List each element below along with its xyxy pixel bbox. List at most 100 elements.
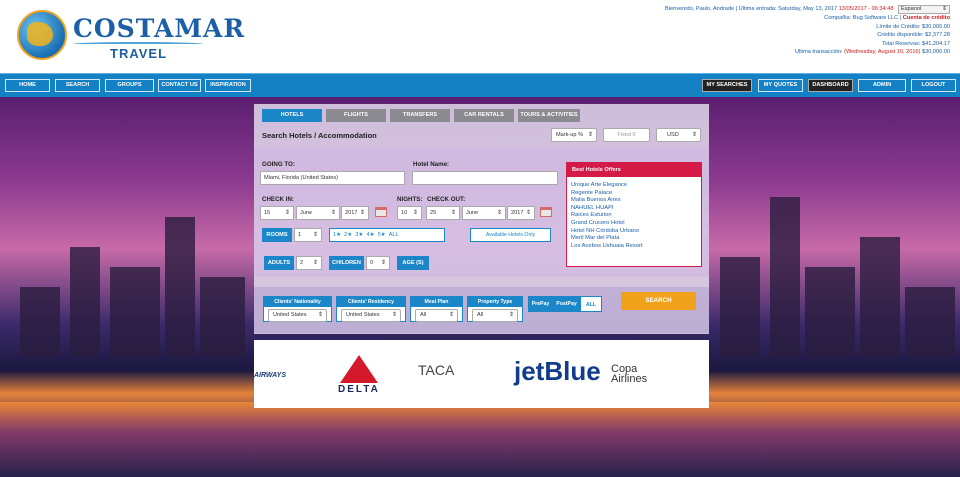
nav-groups[interactable]: GROUPS xyxy=(105,79,154,92)
checkout-day-select[interactable]: 25 xyxy=(426,206,460,220)
adults-label: ADULTS xyxy=(264,256,294,270)
tab-hotels[interactable]: HOTELS xyxy=(262,109,322,122)
age-button[interactable]: AGE (S) xyxy=(397,256,429,270)
last-transaction-date: (Wednesday, August 10, 2016) xyxy=(844,49,921,56)
nav-home[interactable]: HOME xyxy=(5,79,50,92)
offer-item[interactable]: Unique Arte Elegance xyxy=(571,182,701,190)
offer-item[interactable]: Los Acebos Ushuaia Resort xyxy=(571,243,701,251)
delta-triangle-icon xyxy=(340,355,378,383)
nav-inspiration[interactable]: INSPIRATION xyxy=(205,79,251,92)
meal-plan-filter: Meal Plan All xyxy=(410,296,463,322)
nav-dashboard[interactable]: DASHBOARD xyxy=(808,79,853,92)
checkout-calendar-icon[interactable] xyxy=(540,207,552,217)
costamar-logo[interactable]: COSTAMAR TRAVEL xyxy=(17,10,244,65)
star-4[interactable]: 4★ xyxy=(366,232,374,238)
residency-label: Clients' Residency xyxy=(337,297,405,307)
tab-flights[interactable]: FLIGHTS xyxy=(326,109,386,122)
available-hotels-only-button[interactable]: Available Hotels Only xyxy=(470,228,551,242)
pay-all-button[interactable]: ALL xyxy=(580,296,602,312)
british-airways-logo: AIRWAYS xyxy=(254,372,287,379)
copa-logo: Copa Airlines xyxy=(611,363,648,385)
star-all[interactable]: ALL xyxy=(389,232,399,238)
nav-logout[interactable]: LOGOUT xyxy=(911,79,956,92)
search-button[interactable]: SEARCH xyxy=(621,292,696,310)
currency-select[interactable]: USD xyxy=(656,128,701,142)
offer-item[interactable]: Grand Crucero Hotel xyxy=(571,220,701,228)
best-hotels-offers: Best Hotels Offers Unique Arte Elegance … xyxy=(566,162,702,267)
language-select[interactable]: Espanol xyxy=(898,5,950,14)
offer-item[interactable]: Meril Mar del Plata xyxy=(571,235,701,243)
fixed-input[interactable]: Fixed 0 xyxy=(603,128,650,142)
main-nav: HOME SEARCH GROUPS CONTACT US INSPIRATIO… xyxy=(0,73,960,97)
checkout-year-select[interactable]: 2017 xyxy=(507,206,535,220)
children-select[interactable]: 0 xyxy=(366,256,390,270)
offer-item[interactable]: Malia Buenos Aires xyxy=(571,197,701,205)
nav-search[interactable]: SEARCH xyxy=(55,79,100,92)
nav-my-searches[interactable]: MY SEARCHES xyxy=(702,79,752,92)
residency-select[interactable]: United States xyxy=(341,309,401,322)
jetblue-logo: jetBlue xyxy=(514,356,601,386)
company-value: Bug Software LLC xyxy=(852,15,899,21)
nav-admin[interactable]: ADMIN xyxy=(858,79,906,92)
checkin-year-select[interactable]: 2017 xyxy=(341,206,369,220)
property-type-select[interactable]: All xyxy=(472,309,518,322)
prepay-button[interactable]: PrePay xyxy=(528,296,553,312)
meal-plan-select[interactable]: All xyxy=(415,309,458,322)
children-label: CHILDREN xyxy=(329,256,364,270)
rooms-label: ROOMS xyxy=(262,228,292,242)
globe-icon xyxy=(17,10,67,60)
credit-account-link[interactable]: Cuenta de crédito xyxy=(903,15,950,21)
company-label: Compañia: xyxy=(824,15,852,21)
account-info: Bienvenido, Paulo, Andrade | Última entr… xyxy=(665,5,950,57)
airline-logos: AIRWAYS DELTA TACA jetBlue Copa Airlines xyxy=(254,340,709,408)
credit-limit: Límite de Crédito: $30,000.00 xyxy=(876,23,950,30)
brand-sub: TRAVEL xyxy=(110,46,168,61)
tab-transfers[interactable]: TRANSFERS xyxy=(390,109,450,122)
star-rating-filter[interactable]: 1★ 2★ 3★ 4★ 5★ ALL xyxy=(329,228,445,242)
brand-name: COSTAMAR xyxy=(73,14,246,43)
nights-select[interactable]: 10 xyxy=(397,206,422,220)
residency-filter: Clients' Residency United States xyxy=(336,296,406,322)
offer-item[interactable]: NAHUEL HUAPI xyxy=(571,205,701,213)
delta-logo: DELTA xyxy=(338,384,380,395)
nav-contact-us[interactable]: CONTACT US xyxy=(158,79,201,92)
checkin-calendar-icon[interactable] xyxy=(375,207,387,217)
header: COSTAMAR TRAVEL Bienvenido, Paulo, Andra… xyxy=(0,0,960,71)
going-to-label: GOING TO: xyxy=(262,161,295,168)
property-type-filter: Property Type All xyxy=(467,296,523,322)
star-2[interactable]: 2★ xyxy=(344,232,352,238)
total-reservations: Total Reservas: $41,204.17 xyxy=(881,40,950,47)
rooms-select[interactable]: 1 xyxy=(294,228,322,242)
checkin-day-select[interactable]: 15 xyxy=(260,206,294,220)
nav-my-quotes[interactable]: MY QUOTES xyxy=(758,79,803,92)
check-out-label: CHECK OUT: xyxy=(427,196,466,203)
star-5[interactable]: 5★ xyxy=(378,232,386,238)
tab-tours-activities[interactable]: TOURS & ACTIVITIES xyxy=(518,109,580,122)
nationality-select[interactable]: United States xyxy=(268,309,327,322)
last-login-time: 13/05/2017 - 06:34:48 xyxy=(838,6,894,12)
star-3[interactable]: 3★ xyxy=(355,232,363,238)
star-1[interactable]: 1★ xyxy=(333,232,341,238)
adults-select[interactable]: 2 xyxy=(296,256,322,270)
tab-car-rentals[interactable]: CAR RENTALS xyxy=(454,109,514,122)
page-title: Search Hotels / Accommodation xyxy=(262,131,377,140)
credit-available: Crédito disponible: $2,377.28 xyxy=(877,32,950,39)
offer-item[interactable]: Raices Esturion xyxy=(571,212,701,220)
last-transaction-amount: $30,000.00 xyxy=(922,49,950,56)
offer-item[interactable]: Regente Palace xyxy=(571,190,701,198)
hotel-name-label: Hotel Name: xyxy=(413,161,450,168)
hotel-name-input[interactable] xyxy=(412,171,558,185)
offer-item[interactable]: Hotel NH Córdoba Urbano xyxy=(571,228,701,236)
last-transaction-label: Ultima transacción: xyxy=(795,49,843,56)
property-type-label: Property Type xyxy=(468,297,522,307)
check-in-label: CHECK IN: xyxy=(262,196,294,203)
going-to-input[interactable]: Miami, Florida (United States) xyxy=(260,171,405,185)
markup-select[interactable]: Mark-up % xyxy=(551,128,597,142)
checkout-month-select[interactable]: June xyxy=(462,206,506,220)
nights-label: NIGHTS: xyxy=(397,196,423,203)
checkin-month-select[interactable]: June xyxy=(296,206,340,220)
nationality-label: Clients' Nationality xyxy=(264,297,331,307)
postpay-button[interactable]: PostPay xyxy=(553,296,580,312)
greeting: Bienvenido, Paulo, Andrade xyxy=(665,6,735,12)
offers-title: Best Hotels Offers xyxy=(567,163,701,177)
